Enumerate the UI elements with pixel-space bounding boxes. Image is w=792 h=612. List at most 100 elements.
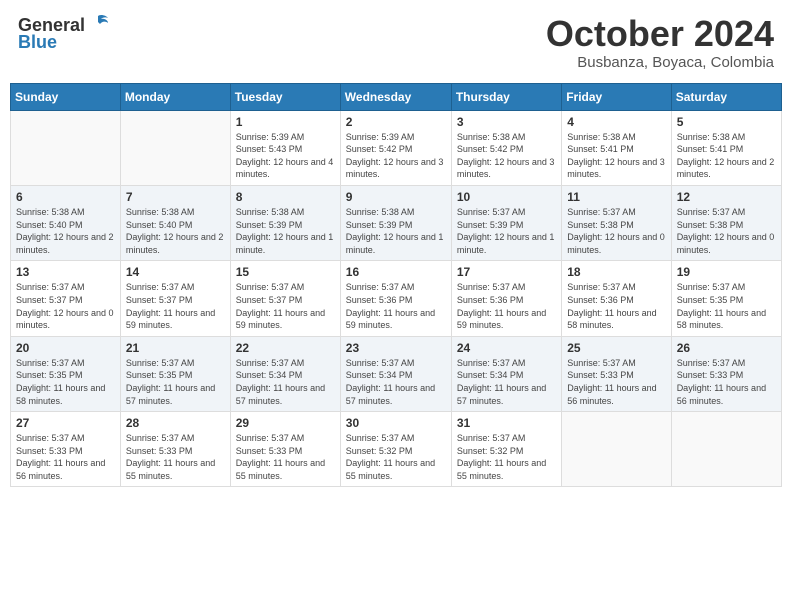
day-number: 31 (457, 416, 556, 430)
calendar-cell (671, 412, 781, 487)
calendar-cell (11, 110, 121, 185)
day-number: 1 (236, 115, 335, 129)
day-number: 30 (346, 416, 446, 430)
day-info: Sunrise: 5:37 AMSunset: 5:36 PMDaylight:… (457, 281, 556, 331)
weekday-header-wednesday: Wednesday (340, 83, 451, 110)
logo-blue: Blue (18, 32, 57, 53)
calendar-cell: 7Sunrise: 5:38 AMSunset: 5:40 PMDaylight… (120, 185, 230, 260)
calendar-cell: 30 Sunrise: 5:37 AMSunset: 5:32 PMDayligh… (340, 412, 451, 487)
calendar-cell: 3 Sunrise: 5:38 AMSunset: 5:42 PMDaylight… (451, 110, 561, 185)
day-number: 6 (16, 190, 115, 204)
day-number: 9 (346, 190, 446, 204)
day-number: 24 (457, 341, 556, 355)
calendar-cell: 16 Sunrise: 5:37 AMSunset: 5:36 PMDayligh… (340, 261, 451, 336)
day-number: 10 (457, 190, 556, 204)
weekday-header-row: SundayMondayTuesdayWednesdayThursdayFrid… (11, 83, 782, 110)
day-number: 21 (126, 341, 225, 355)
page-header: General Blue October 2024 Busbanza, Boya… (10, 10, 782, 75)
calendar-week-row: 27 Sunrise: 5:37 AMSunset: 5:33 PMDayligh… (11, 412, 782, 487)
title-block: October 2024 Busbanza, Boyaca, Colombia (546, 14, 774, 71)
day-info: Sunrise: 5:37 AMSunset: 5:39 PMDaylight:… (457, 206, 556, 256)
day-number: 13 (16, 265, 115, 279)
day-number: 29 (236, 416, 335, 430)
calendar-cell: 18 Sunrise: 5:37 AMSunset: 5:36 PMDayligh… (562, 261, 671, 336)
day-info: Sunrise: 5:38 AMSunset: 5:41 PMDaylight:… (567, 131, 665, 181)
day-number: 26 (677, 341, 776, 355)
calendar-cell: 22Sunrise: 5:37 AMSunset: 5:34 PMDayligh… (230, 336, 340, 411)
day-info: Sunrise: 5:37 AMSunset: 5:35 PMDaylight:… (16, 357, 115, 407)
day-info: Sunrise: 5:38 AMSunset: 5:42 PMDaylight:… (457, 131, 556, 181)
day-number: 20 (16, 341, 115, 355)
day-info: Sunrise: 5:37 AMSunset: 5:36 PMDaylight:… (567, 281, 665, 331)
day-number: 25 (567, 341, 665, 355)
day-info: Sunrise: 5:37 AMSunset: 5:34 PMDaylight:… (236, 357, 335, 407)
day-number: 8 (236, 190, 335, 204)
calendar-cell: 14 Sunrise: 5:37 AMSunset: 5:37 PMDayligh… (120, 261, 230, 336)
calendar-cell: 27Sunrise: 5:37 AMSunset: 5:33 PMDayligh… (11, 412, 121, 487)
day-number: 14 (126, 265, 225, 279)
weekday-header-monday: Monday (120, 83, 230, 110)
calendar-cell: 11 Sunrise: 5:37 AMSunset: 5:38 PMDayligh… (562, 185, 671, 260)
day-number: 7 (126, 190, 225, 204)
calendar-cell: 21Sunrise: 5:37 AMSunset: 5:35 PMDayligh… (120, 336, 230, 411)
calendar-cell: 26 Sunrise: 5:37 AMSunset: 5:33 PMDayligh… (671, 336, 781, 411)
day-info: Sunrise: 5:37 AMSunset: 5:37 PMDaylight:… (126, 281, 225, 331)
day-info: Sunrise: 5:37 AMSunset: 5:34 PMDaylight:… (457, 357, 556, 407)
day-info: Sunrise: 5:38 AMSunset: 5:41 PMDaylight:… (677, 131, 776, 181)
day-info: Sunrise: 5:39 AMSunset: 5:43 PMDaylight:… (236, 131, 335, 181)
weekday-header-saturday: Saturday (671, 83, 781, 110)
day-number: 3 (457, 115, 556, 129)
weekday-header-thursday: Thursday (451, 83, 561, 110)
calendar-cell: 2Sunrise: 5:39 AMSunset: 5:42 PMDaylight… (340, 110, 451, 185)
calendar-week-row: 1 Sunrise: 5:39 AMSunset: 5:43 PMDaylight… (11, 110, 782, 185)
day-number: 16 (346, 265, 446, 279)
day-info: Sunrise: 5:37 AMSunset: 5:35 PMDaylight:… (677, 281, 776, 331)
month-title: October 2024 (546, 14, 774, 54)
calendar-cell: 12Sunrise: 5:37 AMSunset: 5:38 PMDayligh… (671, 185, 781, 260)
calendar-cell: 15Sunrise: 5:37 AMSunset: 5:37 PMDayligh… (230, 261, 340, 336)
calendar-cell: 5 Sunrise: 5:38 AMSunset: 5:41 PMDaylight… (671, 110, 781, 185)
day-info: Sunrise: 5:37 AMSunset: 5:34 PMDaylight:… (346, 357, 446, 407)
day-info: Sunrise: 5:37 AMSunset: 5:38 PMDaylight:… (677, 206, 776, 256)
calendar-cell: 23Sunrise: 5:37 AMSunset: 5:34 PMDayligh… (340, 336, 451, 411)
calendar-week-row: 20 Sunrise: 5:37 AMSunset: 5:35 PMDayligh… (11, 336, 782, 411)
day-info: Sunrise: 5:37 AMSunset: 5:33 PMDaylight:… (567, 357, 665, 407)
location-title: Busbanza, Boyaca, Colombia (546, 54, 774, 71)
logo-bird-icon (86, 14, 110, 36)
calendar-cell: 8 Sunrise: 5:38 AMSunset: 5:39 PMDaylight… (230, 185, 340, 260)
calendar-cell: 24 Sunrise: 5:37 AMSunset: 5:34 PMDayligh… (451, 336, 561, 411)
calendar-cell: 6 Sunrise: 5:38 AMSunset: 5:40 PMDaylight… (11, 185, 121, 260)
day-info: Sunrise: 5:38 AMSunset: 5:39 PMDaylight:… (346, 206, 446, 256)
day-info: Sunrise: 5:38 AMSunset: 5:40 PMDaylight:… (16, 206, 115, 256)
day-number: 17 (457, 265, 556, 279)
calendar-cell: 19Sunrise: 5:37 AMSunset: 5:35 PMDayligh… (671, 261, 781, 336)
day-info: Sunrise: 5:37 AMSunset: 5:33 PMDaylight:… (236, 432, 335, 482)
calendar-cell (120, 110, 230, 185)
calendar-table: SundayMondayTuesdayWednesdayThursdayFrid… (10, 83, 782, 488)
day-info: Sunrise: 5:37 AMSunset: 5:33 PMDaylight:… (126, 432, 225, 482)
day-info: Sunrise: 5:37 AMSunset: 5:37 PMDaylight:… (16, 281, 115, 331)
calendar-cell: 4 Sunrise: 5:38 AMSunset: 5:41 PMDaylight… (562, 110, 671, 185)
day-number: 5 (677, 115, 776, 129)
day-info: Sunrise: 5:37 AMSunset: 5:33 PMDaylight:… (677, 357, 776, 407)
calendar-week-row: 6 Sunrise: 5:38 AMSunset: 5:40 PMDaylight… (11, 185, 782, 260)
day-number: 4 (567, 115, 665, 129)
day-info: Sunrise: 5:37 AMSunset: 5:38 PMDaylight:… (567, 206, 665, 256)
day-number: 2 (346, 115, 446, 129)
day-number: 11 (567, 190, 665, 204)
day-info: Sunrise: 5:37 AMSunset: 5:32 PMDaylight:… (457, 432, 556, 482)
day-number: 27 (16, 416, 115, 430)
day-number: 15 (236, 265, 335, 279)
calendar-cell: 1 Sunrise: 5:39 AMSunset: 5:43 PMDaylight… (230, 110, 340, 185)
calendar-week-row: 13 Sunrise: 5:37 AMSunset: 5:37 PMDayligh… (11, 261, 782, 336)
calendar-cell: 17 Sunrise: 5:37 AMSunset: 5:36 PMDayligh… (451, 261, 561, 336)
day-number: 18 (567, 265, 665, 279)
calendar-cell: 9 Sunrise: 5:38 AMSunset: 5:39 PMDaylight… (340, 185, 451, 260)
calendar-cell: 29 Sunrise: 5:37 AMSunset: 5:33 PMDayligh… (230, 412, 340, 487)
day-number: 28 (126, 416, 225, 430)
calendar-cell: 20 Sunrise: 5:37 AMSunset: 5:35 PMDayligh… (11, 336, 121, 411)
day-info: Sunrise: 5:38 AMSunset: 5:39 PMDaylight:… (236, 206, 335, 256)
day-info: Sunrise: 5:37 AMSunset: 5:32 PMDaylight:… (346, 432, 446, 482)
calendar-cell: 10 Sunrise: 5:37 AMSunset: 5:39 PMDayligh… (451, 185, 561, 260)
day-info: Sunrise: 5:37 AMSunset: 5:36 PMDaylight:… (346, 281, 446, 331)
